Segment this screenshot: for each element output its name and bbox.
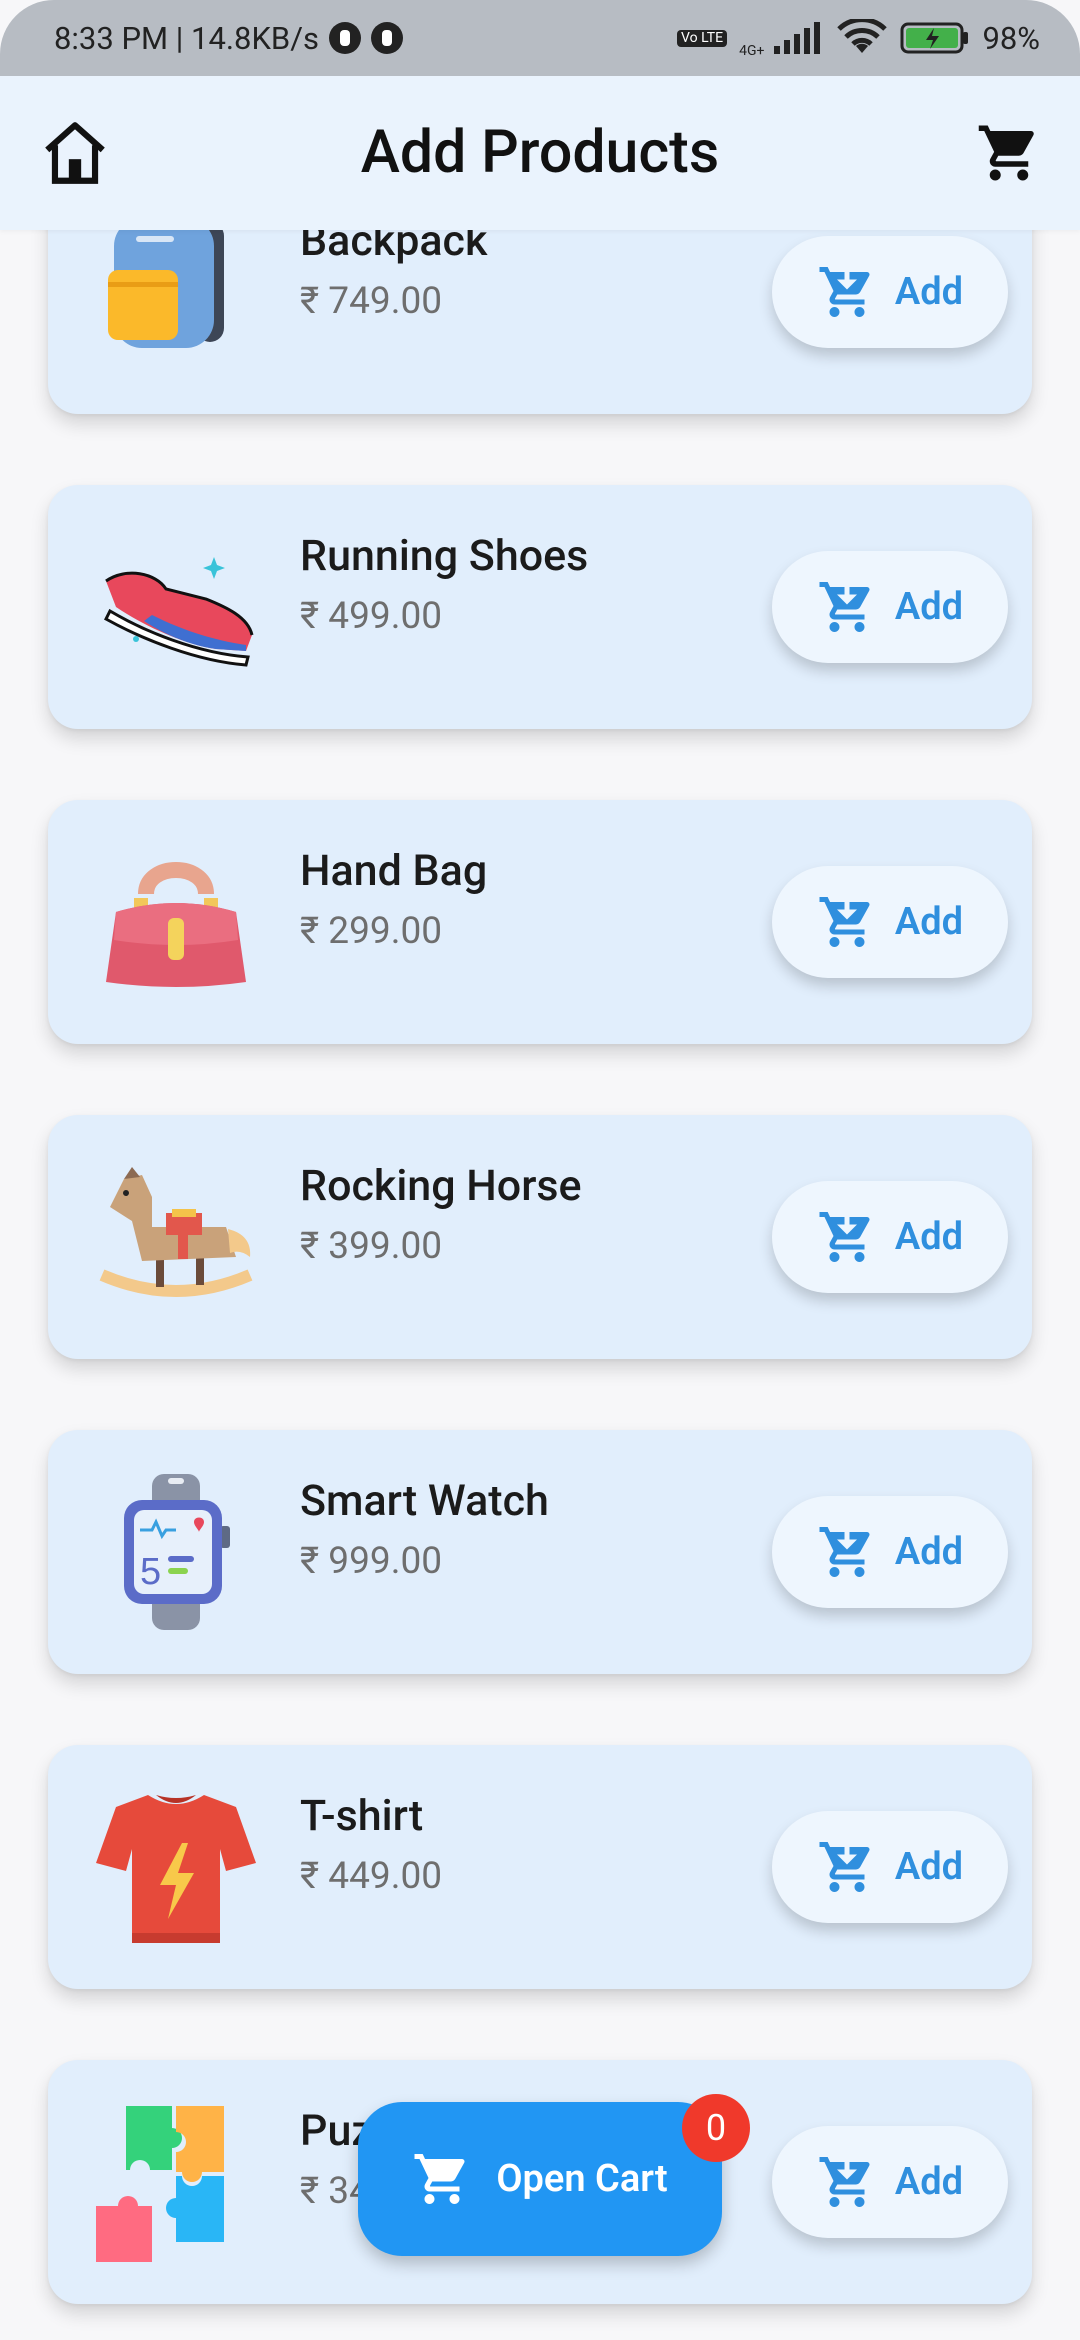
product-card-hand-bag: Hand Bag ₹ 299.00 Add (48, 800, 1032, 1044)
add-to-cart-icon (819, 267, 870, 317)
cart-icon (414, 2154, 465, 2204)
backpack-icon (108, 212, 224, 348)
product-card-rocking-horse: Rocking Horse ₹ 399.00 Add (48, 1115, 1032, 1359)
product-price: ₹ 999.00 (300, 1540, 443, 1583)
add-to-cart-icon (819, 1842, 870, 1892)
rocking-horse-icon (99, 1167, 253, 1297)
open-cart-label: Open Cart (496, 2157, 668, 2201)
add-to-cart-icon (819, 1527, 870, 1577)
network-type: 4G+ (739, 43, 765, 59)
add-to-cart-button[interactable]: Add (772, 551, 1008, 663)
add-to-cart-button[interactable]: Add (772, 866, 1008, 978)
product-name: Hand Bag (300, 846, 488, 896)
running-shoe-icon (104, 557, 254, 667)
volte-icon: Vo LTE (677, 29, 728, 47)
wifi-icon (837, 19, 888, 53)
product-name: Running Shoes (300, 531, 589, 581)
add-to-cart-icon (819, 2157, 870, 2207)
product-price: ₹ 449.00 (300, 1855, 443, 1898)
add-label: Add (894, 900, 964, 944)
add-label: Add (894, 2160, 964, 2204)
status-bar: 8:33 PM | 14.8KB/s Vo LTE 4G+ 98% (0, 0, 1080, 76)
smartwatch-icon: 5 (124, 1474, 230, 1630)
add-to-cart-button[interactable]: Add (772, 1181, 1008, 1293)
add-to-cart-button[interactable]: Add (772, 1811, 1008, 1923)
signal-icon (774, 22, 821, 54)
product-price: ₹ 749.00 (300, 280, 443, 323)
cart-icon[interactable] (976, 120, 1042, 186)
product-price: ₹ 399.00 (300, 1225, 443, 1268)
notification-icon (371, 22, 404, 54)
puzzle-icon (96, 2106, 224, 2262)
tshirt-icon (96, 1795, 256, 1943)
add-to-cart-button[interactable]: Add (772, 2126, 1008, 2238)
notification-icon (329, 22, 362, 54)
status-time-speed: 8:33 PM | 14.8KB/s (54, 19, 320, 57)
add-label: Add (894, 1215, 964, 1259)
page-title: Add Products (360, 118, 720, 187)
product-name: Smart Watch (300, 1476, 549, 1526)
add-to-cart-icon (819, 897, 870, 947)
product-card-running-shoes: Running Shoes ₹ 499.00 Add (48, 485, 1032, 729)
add-to-cart-button[interactable]: Add (772, 1496, 1008, 1608)
product-card-smart-watch: 5 Smart Watch ₹ 999.00 Add (48, 1430, 1032, 1674)
svg-text:5: 5 (140, 1551, 161, 1593)
add-to-cart-button[interactable]: Add (772, 236, 1008, 348)
app-bar: Add Products (0, 76, 1080, 230)
add-to-cart-icon (819, 582, 870, 632)
open-cart-button[interactable]: Open Cart (358, 2102, 722, 2256)
add-label: Add (894, 585, 964, 629)
product-name: T-shirt (300, 1791, 424, 1841)
handbag-icon (106, 862, 246, 987)
add-to-cart-icon (819, 1212, 870, 1262)
product-card-t-shirt: T-shirt ₹ 449.00 Add (48, 1745, 1032, 1989)
product-price: ₹ 499.00 (300, 595, 443, 638)
battery-percent: 98% (982, 19, 1040, 57)
add-label: Add (894, 270, 964, 314)
product-list[interactable]: Backpack ₹ 749.00 Add Running Shoes ₹ 49… (0, 0, 1080, 2340)
add-label: Add (894, 1530, 964, 1574)
product-name: Rocking Horse (300, 1161, 582, 1211)
product-price: ₹ 299.00 (300, 910, 443, 953)
battery-icon (900, 22, 969, 54)
add-label: Add (894, 1845, 964, 1889)
cart-count-badge: 0 (682, 2094, 750, 2162)
